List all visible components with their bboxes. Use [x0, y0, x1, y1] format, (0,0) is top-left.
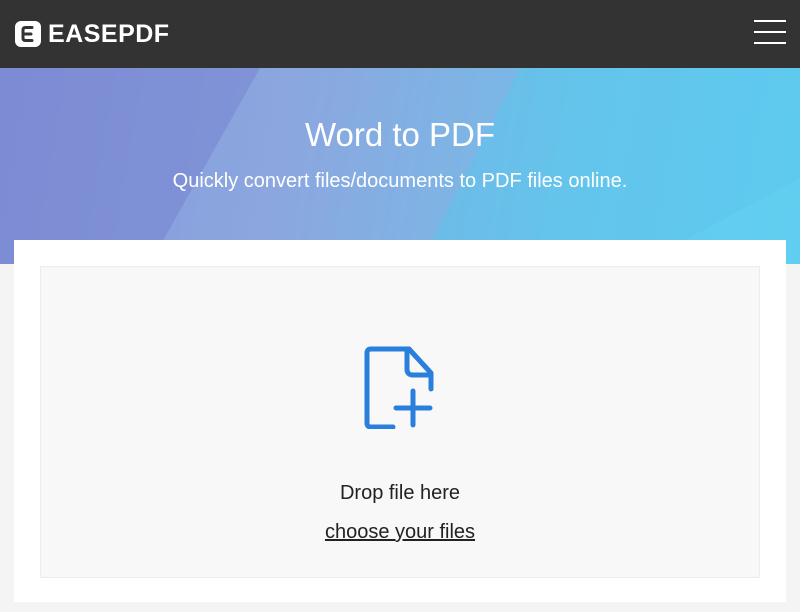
upload-card: Drop file here choose your files: [14, 240, 786, 602]
choose-files-link[interactable]: choose your files: [325, 521, 475, 543]
brand-logo[interactable]: EASEPDF: [14, 18, 170, 50]
hamburger-menu-icon[interactable]: [754, 20, 786, 44]
hero-banner: Word to PDF Quickly convert files/docume…: [0, 68, 800, 264]
file-drop-zone[interactable]: Drop file here choose your files: [40, 266, 760, 578]
choose-files-container: choose your files: [41, 520, 759, 544]
easepdf-logo-icon: [15, 21, 41, 47]
top-navigation-bar: EASEPDF: [0, 0, 800, 68]
page-title: Word to PDF: [304, 116, 496, 153]
drop-file-label: Drop file here: [339, 482, 461, 504]
brand-name: EASEPDF: [48, 20, 170, 48]
file-add-icon: [364, 346, 434, 429]
hero-background-shapes: [0, 68, 800, 264]
page-subtitle: Quickly convert files/documents to PDF f…: [172, 170, 628, 192]
